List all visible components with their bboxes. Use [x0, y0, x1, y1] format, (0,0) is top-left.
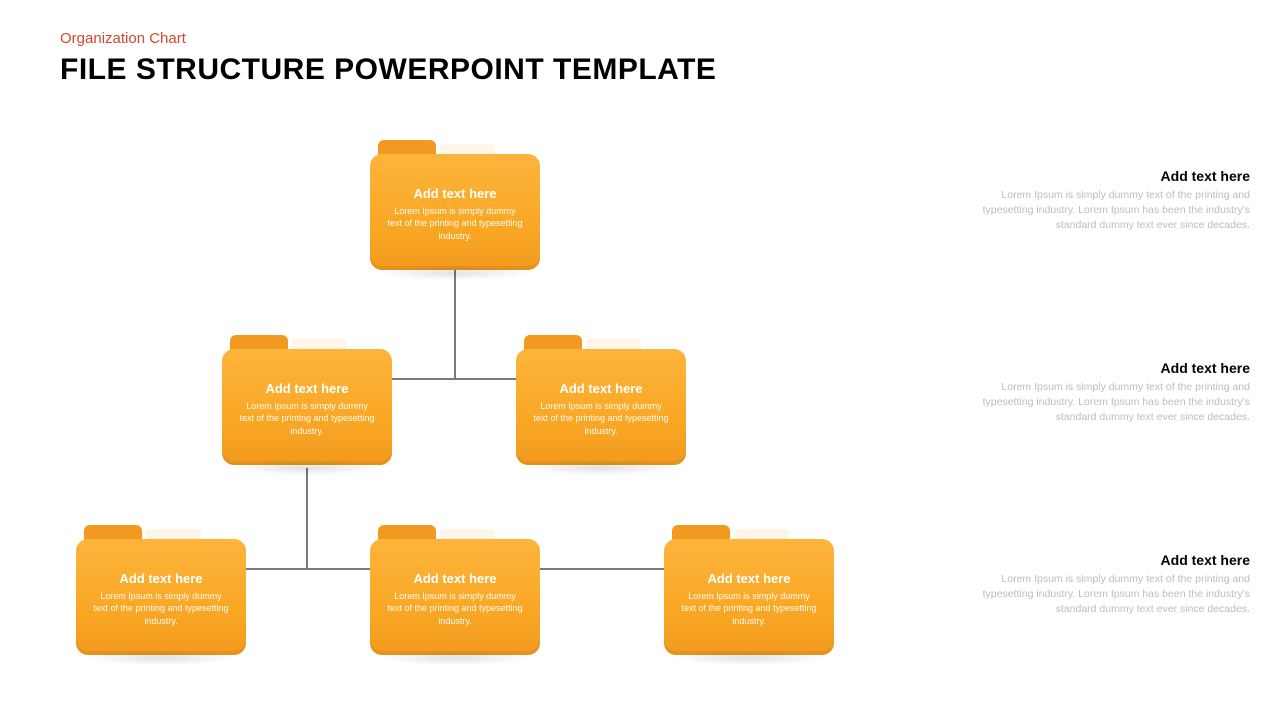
folder-title: Add text here	[559, 381, 642, 396]
info-desc: Lorem Ipsum is simply dummy text of the …	[960, 572, 1250, 618]
info-row-3: Add text here Lorem Ipsum is simply dumm…	[960, 552, 1250, 618]
slide-title: FILE STRUCTURE POWERPOINT TEMPLATE	[60, 53, 716, 87]
folder-desc: Lorem Ipsum is simply dummy text of the …	[528, 400, 674, 436]
connector-line	[454, 270, 456, 378]
folder-title: Add text here	[413, 186, 496, 201]
info-desc: Lorem Ipsum is simply dummy text of the …	[960, 380, 1250, 426]
folder-root: Add text here Lorem Ipsum is simply dumm…	[370, 140, 540, 270]
folder-title: Add text here	[413, 571, 496, 586]
info-desc: Lorem Ipsum is simply dummy text of the …	[960, 188, 1250, 234]
folder-bottom-1: Add text here Lorem Ipsum is simply dumm…	[76, 525, 246, 655]
folder-title: Add text here	[119, 571, 202, 586]
slide-subtitle: Organization Chart	[60, 30, 716, 47]
folder-mid-right: Add text here Lorem Ipsum is simply dumm…	[516, 335, 686, 465]
info-title: Add text here	[960, 360, 1250, 376]
folder-mid-left: Add text here Lorem Ipsum is simply dumm…	[222, 335, 392, 465]
info-row-1: Add text here Lorem Ipsum is simply dumm…	[960, 168, 1250, 234]
info-row-2: Add text here Lorem Ipsum is simply dumm…	[960, 360, 1250, 426]
info-title: Add text here	[960, 552, 1250, 568]
folder-desc: Lorem Ipsum is simply dummy text of the …	[676, 590, 822, 626]
folder-desc: Lorem Ipsum is simply dummy text of the …	[382, 205, 528, 241]
folder-desc: Lorem Ipsum is simply dummy text of the …	[234, 400, 380, 436]
folder-desc: Lorem Ipsum is simply dummy text of the …	[382, 590, 528, 626]
folder-desc: Lorem Ipsum is simply dummy text of the …	[88, 590, 234, 626]
info-title: Add text here	[960, 168, 1250, 184]
folder-bottom-2: Add text here Lorem Ipsum is simply dumm…	[370, 525, 540, 655]
folder-title: Add text here	[707, 571, 790, 586]
folder-bottom-3: Add text here Lorem Ipsum is simply dumm…	[664, 525, 834, 655]
slide-header: Organization Chart FILE STRUCTURE POWERP…	[60, 30, 716, 87]
folder-title: Add text here	[265, 381, 348, 396]
connector-line	[306, 468, 308, 568]
